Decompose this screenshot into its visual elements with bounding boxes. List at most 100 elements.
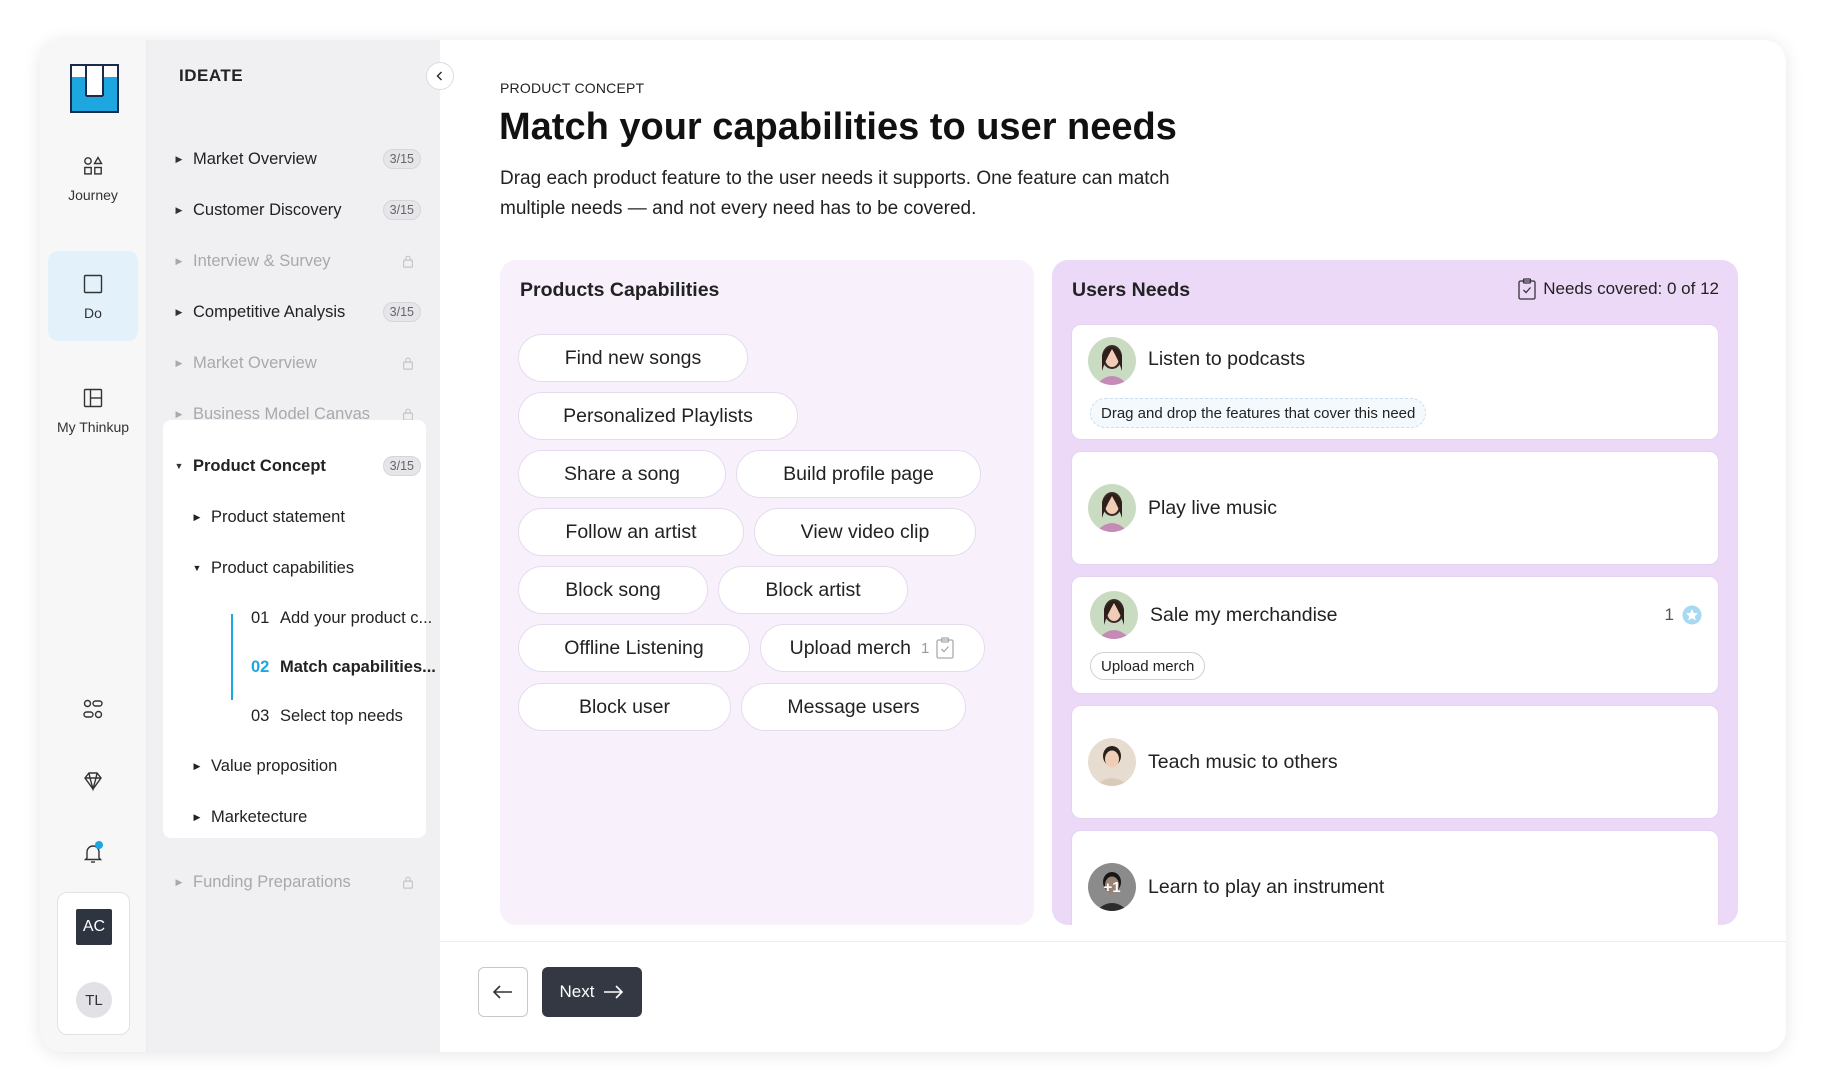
app-window: Journey Do My Thinkup AC TL IDEATE ▶ Mar… xyxy=(40,40,1786,1052)
capability-chip[interactable]: Share a song xyxy=(518,450,726,498)
nav-item-label: Market Overview xyxy=(193,149,317,168)
lock-icon xyxy=(403,357,413,370)
sub-item-product-capabilities[interactable]: ▼ Product capabilities xyxy=(189,551,409,585)
app-logo[interactable] xyxy=(70,64,119,113)
caret-down-icon: ▼ xyxy=(174,461,184,471)
need-label: Play live music xyxy=(1148,497,1277,519)
left-rail: Journey Do My Thinkup AC TL xyxy=(40,40,147,1052)
nav-item-market-overview-locked[interactable]: ▶ Market Overview xyxy=(169,343,425,383)
rail-label-my-thinkup: My Thinkup xyxy=(56,418,130,435)
nav-title: IDEATE xyxy=(179,66,244,85)
rail-item-notifications[interactable] xyxy=(77,837,109,869)
capability-chip[interactable]: Block user xyxy=(518,683,731,731)
next-button[interactable]: Next xyxy=(542,967,642,1017)
drop-zone-hint[interactable]: Drag and drop the features that cover th… xyxy=(1090,398,1427,428)
rail-item-diamond[interactable] xyxy=(77,765,109,797)
nav-item-label: Competitive Analysis xyxy=(193,302,346,321)
chip-label: Message users xyxy=(787,695,920,718)
caret-right-icon: ▶ xyxy=(175,876,183,887)
page-description: Drag each product feature to the user ne… xyxy=(500,168,1170,219)
capability-chip[interactable]: Message users xyxy=(741,683,966,731)
nav-item-interview-survey[interactable]: ▶ Interview & Survey xyxy=(169,241,425,281)
need-card-learn-instrument[interactable]: +1 Learn to play an instrument xyxy=(1071,830,1719,925)
persona-avatar xyxy=(1090,591,1138,639)
nav-item-product-concept[interactable]: ▼ Product Concept 3/15 xyxy=(169,446,425,486)
rail-label-do: Do xyxy=(84,304,102,321)
caret-right-icon: ▶ xyxy=(175,153,183,164)
capability-chip[interactable]: Block artist xyxy=(718,566,908,614)
capability-chip[interactable]: Build profile page xyxy=(736,450,981,498)
needs-title: Users Needs xyxy=(1072,279,1191,301)
persona-avatar xyxy=(1088,484,1136,532)
current-step-indicator xyxy=(231,614,233,700)
chip-label: Personalized Playlists xyxy=(563,404,753,427)
capability-chip[interactable]: Upload merch 1 xyxy=(760,624,985,672)
step-number: 02 xyxy=(251,657,270,676)
sub-item-product-statement[interactable]: ▶ Product statement xyxy=(189,500,409,534)
step-label: Match capabilities... xyxy=(280,657,436,676)
lock-icon xyxy=(403,408,413,421)
chip-label: Block artist xyxy=(765,578,861,601)
lock-icon xyxy=(403,876,413,889)
need-label: Sale my merchandise xyxy=(1150,604,1338,626)
capability-chip[interactable]: Find new songs xyxy=(518,334,748,382)
caret-right-icon: ▶ xyxy=(175,306,183,317)
persona-avatar xyxy=(1088,738,1136,786)
footer-bar: Next xyxy=(440,941,1786,1052)
back-button[interactable] xyxy=(478,967,528,1017)
chip-label: Upload merch xyxy=(789,636,912,659)
rail-item-journey[interactable]: Journey xyxy=(48,133,138,223)
chip-label: View video clip xyxy=(800,520,930,543)
caret-right-icon: ▶ xyxy=(175,357,183,368)
need-card-listen-podcasts[interactable]: Listen to podcasts Drag and drop the fea… xyxy=(1071,324,1719,440)
nav-item-market-overview[interactable]: ▶ Market Overview 3/15 xyxy=(169,139,425,179)
need-card-play-live-music[interactable]: Play live music xyxy=(1071,451,1719,565)
capability-chip[interactable]: Block song xyxy=(518,566,708,614)
sub-item-label: Product capabilities xyxy=(211,558,355,577)
main-content: PRODUCT CONCEPT Match your capabilities … xyxy=(440,40,1786,1052)
nav-item-competitive-analysis[interactable]: ▶ Competitive Analysis 3/15 xyxy=(169,292,425,332)
capability-chip[interactable]: Follow an artist xyxy=(518,508,744,556)
caret-right-icon: ▶ xyxy=(175,255,183,266)
next-button-label: Next xyxy=(559,982,595,1001)
capabilities-title: Products Capabilities xyxy=(520,279,720,301)
user-avatar[interactable]: TL xyxy=(76,982,112,1018)
progress-badge: 3/15 xyxy=(382,200,421,220)
capability-chip[interactable]: Offline Listening xyxy=(518,624,750,672)
nav-item-customer-discovery[interactable]: ▶ Customer Discovery 3/15 xyxy=(169,190,425,230)
rail-item-my-thinkup[interactable]: My Thinkup xyxy=(48,365,138,455)
arrow-right-icon xyxy=(604,985,624,999)
persona-avatar: +1 xyxy=(1088,863,1136,911)
need-card-sale-merchandise[interactable]: Sale my merchandise 1 Upload merch xyxy=(1071,576,1719,694)
step-label: Add your product c... xyxy=(280,608,433,627)
sub-item-label: Marketecture xyxy=(211,807,308,826)
nav-item-label: Customer Discovery xyxy=(193,200,342,219)
sub-item-value-proposition[interactable]: ▶ Value proposition xyxy=(189,749,409,783)
step-add-capabilities[interactable]: 01 Add your product c... xyxy=(251,601,451,635)
nav-item-label: Funding Preparations xyxy=(193,872,351,891)
step-match-capabilities[interactable]: 02 Match capabilities... xyxy=(251,650,451,684)
capabilities-panel: Products Capabilities Find new songs Per… xyxy=(500,260,1034,925)
caret-right-icon: ▶ xyxy=(175,408,183,419)
nav-item-funding-preparations[interactable]: ▶ Funding Preparations xyxy=(169,862,425,902)
rail-item-flow[interactable] xyxy=(77,693,109,725)
needs-covered-counter: Needs covered: 0 of 12 xyxy=(1517,278,1719,300)
chip-label: Block user xyxy=(578,695,671,718)
matched-count: 1 xyxy=(1664,605,1674,624)
step-select-top-needs[interactable]: 03 Select top needs xyxy=(251,699,451,733)
capability-chip[interactable]: Personalized Playlists xyxy=(518,392,798,440)
need-card-teach-music[interactable]: Teach music to others xyxy=(1071,705,1719,819)
capability-chip[interactable]: View video clip xyxy=(754,508,976,556)
progress-badge: 3/15 xyxy=(382,456,421,476)
matched-feature-tag[interactable]: Upload merch xyxy=(1090,652,1206,680)
chip-label: Build profile page xyxy=(783,462,934,485)
caret-right-icon: ▶ xyxy=(193,760,201,771)
progress-badge: 3/15 xyxy=(382,302,421,322)
caret-right-icon: ▶ xyxy=(193,811,201,822)
collapse-nav-button[interactable] xyxy=(426,62,454,90)
nav-item-label: Product Concept xyxy=(193,456,326,475)
sub-item-marketecture[interactable]: ▶ Marketecture xyxy=(189,800,409,834)
chip-label: Find new songs xyxy=(564,346,702,369)
rail-item-do[interactable]: Do xyxy=(48,251,138,341)
account-badge[interactable]: AC xyxy=(76,909,112,945)
